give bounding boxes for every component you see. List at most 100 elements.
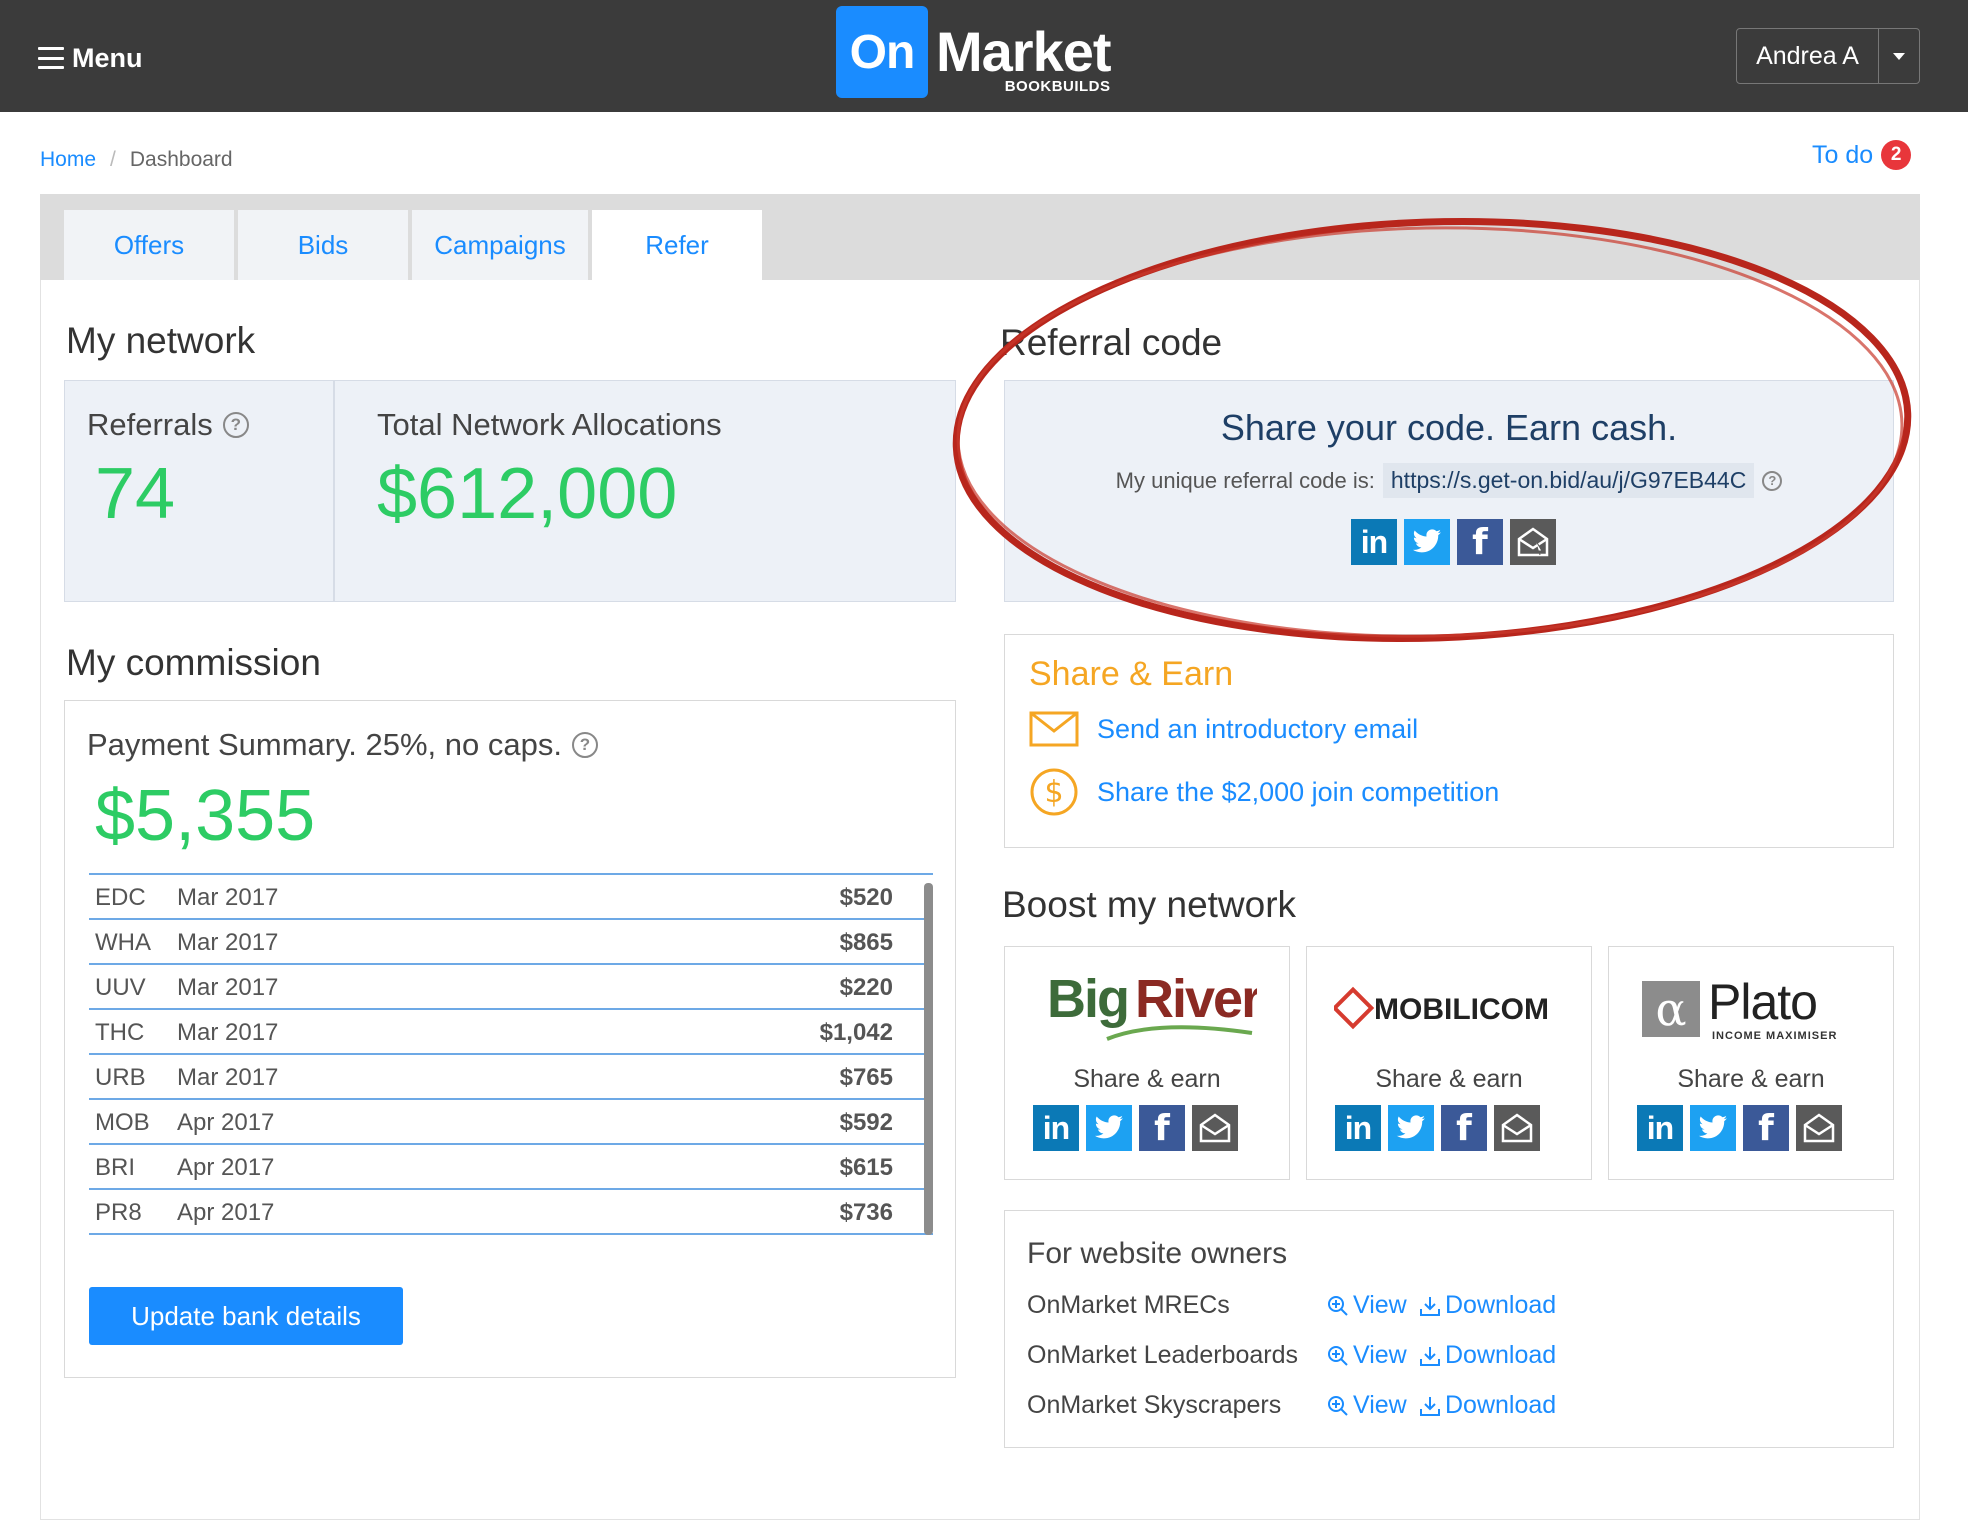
row-date: Mar 2017 bbox=[177, 929, 279, 956]
email-icon[interactable] bbox=[1494, 1105, 1540, 1151]
referral-code-url[interactable]: https://s.get-on.bid/au/j/G97EB44C bbox=[1382, 463, 1755, 498]
view-link[interactable]: View bbox=[1327, 1391, 1407, 1420]
facebook-icon[interactable]: f bbox=[1743, 1105, 1789, 1151]
row-code: WHA bbox=[95, 929, 151, 956]
help-icon[interactable]: ? bbox=[571, 732, 598, 758]
onmarket-logo[interactable]: On Market BOOKBUILDS bbox=[836, 6, 1112, 98]
user-menu-toggle[interactable] bbox=[1879, 29, 1919, 83]
twitter-icon[interactable] bbox=[1404, 519, 1450, 565]
table-row: PR8 Apr 2017 $736 bbox=[89, 1190, 933, 1235]
share-earn-title: Share & Earn bbox=[1029, 655, 1234, 693]
facebook-icon[interactable]: f bbox=[1457, 519, 1503, 565]
svg-text:INCOME MAXIMISER: INCOME MAXIMISER bbox=[1712, 1030, 1837, 1042]
download-icon bbox=[1420, 1296, 1440, 1316]
tab-refer[interactable]: Refer bbox=[592, 210, 762, 280]
breadcrumb-home-link[interactable]: Home bbox=[40, 148, 96, 172]
twitter-icon[interactable] bbox=[1388, 1105, 1434, 1151]
linkedin-icon[interactable]: in bbox=[1335, 1105, 1381, 1151]
payment-summary-value: $5,355 bbox=[95, 776, 316, 856]
plato-logo: α Plato INCOME MAXIMISER bbox=[1609, 969, 1893, 1049]
breadcrumb-current: Dashboard bbox=[129, 148, 233, 171]
view-link[interactable]: View bbox=[1327, 1291, 1407, 1320]
user-menu-dropdown[interactable]: Andrea A bbox=[1736, 28, 1920, 84]
website-owners-title: For website owners bbox=[1027, 1237, 1288, 1270]
linkedin-icon[interactable]: in bbox=[1033, 1105, 1079, 1151]
commission-panel: Payment Summary. 25%, no caps. ? $5,355 … bbox=[64, 700, 956, 1378]
row-amount: $520 bbox=[839, 884, 893, 911]
tab-bids[interactable]: Bids bbox=[238, 210, 408, 280]
logo-market-text: Market bbox=[936, 20, 1112, 83]
commission-table[interactable]: EDC Mar 2017 $520 WHA Mar 2017 $865 UUV Mar 2… bbox=[89, 873, 933, 1241]
referrals-label-row: Referrals ? bbox=[87, 407, 249, 443]
boost-share-label: Share & earn bbox=[1073, 1065, 1221, 1093]
svg-text:River: River bbox=[1135, 969, 1257, 1029]
my-network-heading: My network bbox=[66, 320, 256, 361]
download-label: Download bbox=[1445, 1291, 1557, 1319]
linkedin-icon[interactable]: in bbox=[1637, 1105, 1683, 1151]
svg-text:Plato: Plato bbox=[1708, 974, 1817, 1030]
allocations-label: Total Network Allocations bbox=[377, 407, 722, 442]
view-label: View bbox=[1353, 1341, 1407, 1369]
view-link[interactable]: View bbox=[1327, 1341, 1407, 1370]
boost-card-plato: α Plato INCOME MAXIMISER Share & earn in… bbox=[1608, 946, 1894, 1180]
view-label: View bbox=[1353, 1391, 1407, 1419]
breadcrumb-separator: / bbox=[110, 148, 116, 171]
download-link[interactable]: Download bbox=[1419, 1391, 1556, 1420]
tab-offers[interactable]: Offers bbox=[64, 210, 234, 280]
row-code: MOB bbox=[95, 1109, 150, 1136]
todo-link[interactable]: To do 2 bbox=[1812, 140, 1912, 170]
row-date: Apr 2017 bbox=[177, 1199, 275, 1226]
table-scrollbar[interactable] bbox=[924, 883, 933, 1235]
plato-social-share: in f bbox=[1637, 1105, 1842, 1151]
mobilicom-social-share: in f bbox=[1335, 1105, 1540, 1151]
logo-on-mark: On bbox=[836, 6, 928, 98]
zoom-icon bbox=[1328, 1395, 1348, 1416]
download-icon bbox=[1420, 1346, 1440, 1366]
boost-network-heading: Boost my network bbox=[1002, 884, 1297, 925]
menu-button[interactable]: Menu bbox=[38, 38, 143, 78]
asset-name: OnMarket Skyscrapers bbox=[1027, 1391, 1282, 1419]
row-code: URB bbox=[95, 1064, 146, 1091]
email-icon[interactable] bbox=[1796, 1105, 1842, 1151]
bigriver-social-share: in f bbox=[1033, 1105, 1238, 1151]
update-bank-details-button[interactable]: Update bank details bbox=[89, 1287, 403, 1345]
email-icon[interactable] bbox=[1510, 519, 1556, 565]
facebook-icon[interactable]: f bbox=[1441, 1105, 1487, 1151]
facebook-icon[interactable]: f bbox=[1139, 1105, 1185, 1151]
tab-campaigns[interactable]: Campaigns bbox=[412, 210, 588, 280]
row-code: THC bbox=[95, 1019, 145, 1046]
send-intro-email-link[interactable]: Send an introductory email bbox=[1029, 711, 1418, 747]
join-competition-link[interactable]: $ Share the $2,000 join competition bbox=[1029, 767, 1499, 817]
referral-code-label: My unique referral code is: bbox=[1115, 467, 1375, 493]
download-link[interactable]: Download bbox=[1419, 1291, 1556, 1320]
row-code: BRI bbox=[95, 1154, 136, 1181]
twitter-icon[interactable] bbox=[1086, 1105, 1132, 1151]
twitter-icon[interactable] bbox=[1690, 1105, 1736, 1151]
row-date: Mar 2017 bbox=[177, 1019, 279, 1046]
email-icon[interactable] bbox=[1192, 1105, 1238, 1151]
svg-text:MOBILICOM: MOBILICOM bbox=[1374, 993, 1549, 1026]
table-row: EDC Mar 2017 $520 bbox=[89, 875, 933, 920]
download-label: Download bbox=[1445, 1341, 1557, 1369]
dollar-coin-icon: $ bbox=[1030, 768, 1078, 816]
referrals-count: 74 bbox=[95, 454, 176, 534]
help-icon[interactable]: ? bbox=[1762, 470, 1783, 491]
asset-name: OnMarket Leaderboards bbox=[1027, 1341, 1298, 1369]
referral-code-heading: Referral code bbox=[1000, 322, 1223, 363]
user-name[interactable]: Andrea A bbox=[1737, 29, 1879, 83]
help-icon[interactable]: ? bbox=[222, 412, 249, 438]
todo-count-badge: 2 bbox=[1881, 140, 1912, 170]
boost-share-label: Share & earn bbox=[1375, 1065, 1523, 1093]
referral-headline: Share your code. Earn cash. bbox=[1220, 407, 1678, 448]
download-link[interactable]: Download bbox=[1419, 1341, 1556, 1370]
menu-label: Menu bbox=[72, 42, 143, 73]
website-owners-panel: For website owners OnMarket MRECs View D… bbox=[1004, 1210, 1894, 1448]
breadcrumb: Home / Dashboard bbox=[40, 148, 233, 172]
row-amount: $865 bbox=[839, 929, 893, 956]
referral-code-line: My unique referral code is: https://s.ge… bbox=[1005, 463, 1893, 498]
caret-down-icon bbox=[1893, 52, 1905, 60]
table-row: MOB Apr 2017 $592 bbox=[89, 1100, 933, 1145]
asset-name: OnMarket MRECs bbox=[1027, 1291, 1230, 1319]
bigriver-logo: Big River bbox=[1005, 969, 1289, 1049]
linkedin-icon[interactable]: in bbox=[1351, 519, 1397, 565]
